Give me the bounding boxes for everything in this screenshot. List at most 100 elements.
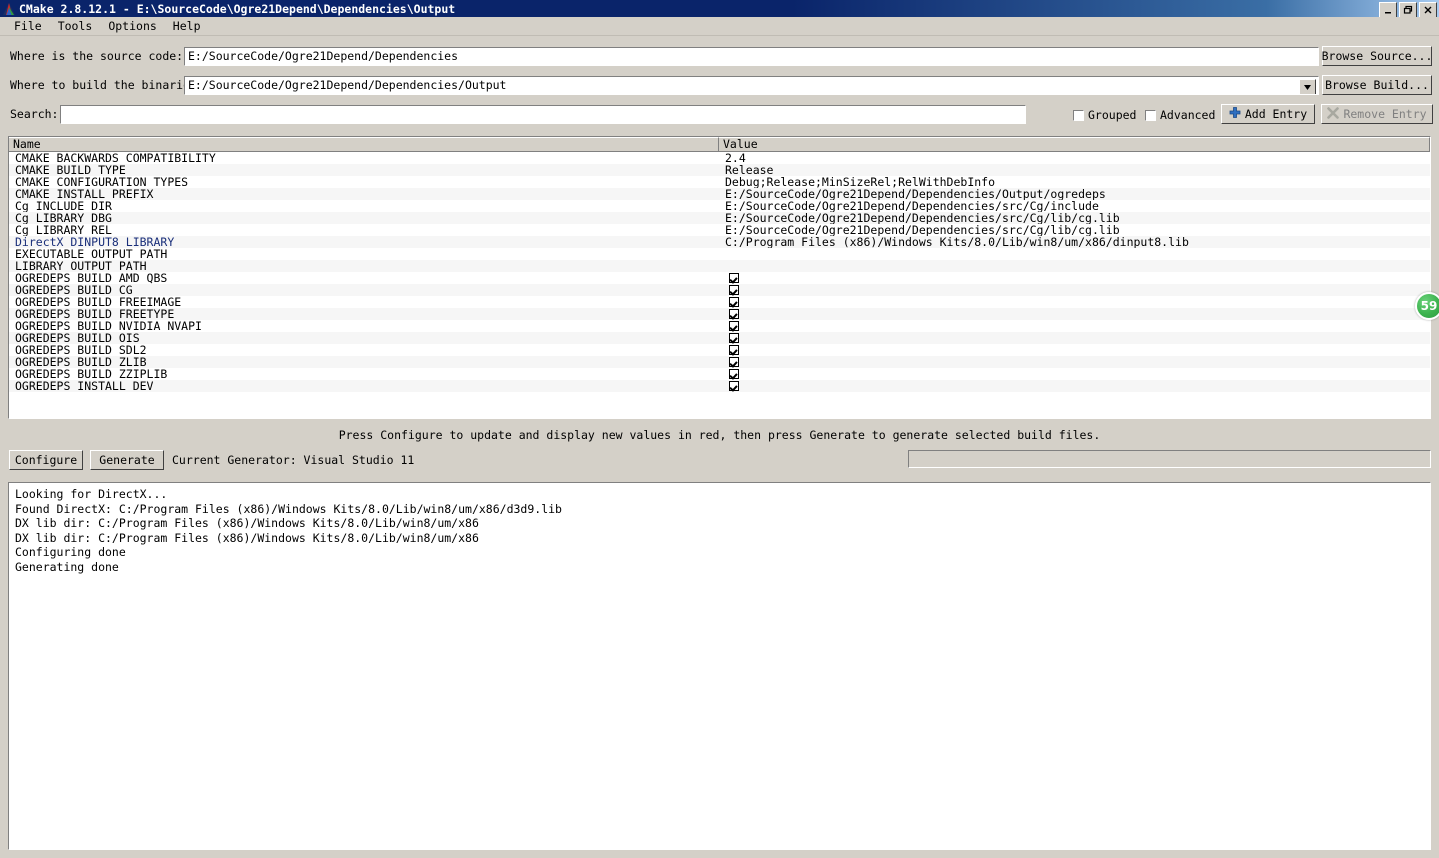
restore-button[interactable] — [1399, 2, 1417, 18]
cache-variable-value[interactable]: 2.4 — [719, 152, 1430, 164]
table-row[interactable]: OGREDEPS_BUILD_NVIDIA_NVAPI — [9, 320, 1430, 332]
cache-variable-name: Cg_LIBRARY_DBG — [15, 212, 112, 224]
browse-build-button[interactable]: Browse Build... — [1322, 75, 1432, 95]
cache-variable-value[interactable] — [719, 308, 1430, 320]
cache-variable-value[interactable]: E:/SourceCode/Ogre21Depend/Dependencies/… — [719, 212, 1430, 224]
configure-button[interactable]: Configure — [9, 450, 83, 470]
build-binaries-combobox[interactable]: E:/SourceCode/Ogre21Depend/Dependencies/… — [184, 75, 1319, 95]
remove-entry-button[interactable]: Remove Entry — [1321, 104, 1433, 124]
table-row[interactable]: Cg_INCLUDE_DIR E:/SourceCode/Ogre21Depend… — [9, 200, 1430, 212]
cache-variable-value[interactable]: Debug;Release;MinSizeRel;RelWithDebInfo — [719, 176, 1430, 188]
cache-value-checkbox[interactable] — [729, 333, 739, 343]
cache-value-checkbox[interactable] — [729, 321, 739, 331]
browse-build-label: Browse Build... — [1325, 78, 1429, 92]
cache-variable-value[interactable] — [719, 368, 1430, 380]
cache-variable-value[interactable] — [719, 296, 1430, 308]
table-row[interactable]: CMAKE_BACKWARDS_COMPATIBILITY 2.4 — [9, 152, 1430, 164]
table-row[interactable]: LIBRARY_OUTPUT_PATH — [9, 260, 1430, 272]
table-row[interactable]: DirectX_DINPUT8_LIBRARY C:/Program Files … — [9, 236, 1430, 248]
search-input[interactable] — [60, 104, 1026, 124]
table-row[interactable]: EXECUTABLE_OUTPUT_PATH — [9, 248, 1430, 260]
table-row[interactable]: OGREDEPS_BUILD_ZLIB — [9, 356, 1430, 368]
cache-variable-name: OGREDEPS_BUILD_NVIDIA_NVAPI — [15, 320, 202, 332]
advanced-checkbox-row[interactable]: Advanced — [1145, 108, 1215, 122]
table-row[interactable]: OGREDEPS_BUILD_AMD_QBS — [9, 272, 1430, 284]
menu-bar: File Tools Options Help — [0, 17, 1439, 36]
close-button[interactable] — [1419, 2, 1437, 18]
cache-value-checkbox[interactable] — [729, 273, 739, 283]
cache-value-checkbox[interactable] — [729, 285, 739, 295]
table-row[interactable]: OGREDEPS_BUILD_ZZIPLIB — [9, 368, 1430, 380]
menu-item-help[interactable]: Help — [165, 18, 209, 34]
grouped-checkbox-row[interactable]: Grouped — [1073, 108, 1136, 122]
window-controls — [1379, 2, 1437, 18]
remove-entry-label: Remove Entry — [1343, 107, 1427, 121]
cache-variable-value[interactable]: Release — [719, 164, 1430, 176]
table-body: CMAKE_BACKWARDS_COMPATIBILITY 2.4 CMAKE_BU… — [9, 152, 1430, 392]
log-line: DX lib dir: C:/Program Files (x86)/Windo… — [15, 516, 479, 531]
advanced-label: Advanced — [1160, 108, 1216, 122]
current-generator-label: Current Generator: Visual Studio 11 — [172, 453, 415, 467]
table-row[interactable]: OGREDEPS_BUILD_FREEIMAGE — [9, 296, 1430, 308]
table-row[interactable]: CMAKE_BUILD_TYPE Release — [9, 164, 1430, 176]
cache-variable-value[interactable]: E:/SourceCode/Ogre21Depend/Dependencies/… — [719, 224, 1430, 236]
cache-variable-value[interactable] — [719, 272, 1430, 284]
cache-value-checkbox[interactable] — [729, 381, 739, 391]
browse-source-button[interactable]: Browse Source... — [1322, 46, 1432, 66]
table-row[interactable]: CMAKE_INSTALL_PREFIX E:/SourceCode/Ogre21… — [9, 188, 1430, 200]
cache-variable-value[interactable] — [719, 380, 1430, 392]
add-entry-button[interactable]: Add Entry — [1221, 104, 1315, 124]
cache-value-checkbox[interactable] — [729, 357, 739, 367]
cache-variable-value[interactable] — [719, 320, 1430, 332]
configure-hint: Press Configure to update and display ne… — [338, 428, 1101, 442]
cache-variable-value[interactable] — [719, 248, 1430, 260]
chevron-down-icon[interactable] — [1299, 78, 1316, 94]
advanced-checkbox[interactable] — [1145, 109, 1156, 121]
grouped-checkbox[interactable] — [1073, 109, 1084, 121]
table-row[interactable]: OGREDEPS_BUILD_SDL2 — [9, 344, 1430, 356]
output-log[interactable]: Looking for DirectX... Found DirectX: C:/… — [8, 482, 1431, 850]
cache-value-checkbox[interactable] — [729, 297, 739, 307]
table-row[interactable]: CMAKE_CONFIGURATION_TYPES Debug;Release;M… — [9, 176, 1430, 188]
configure-label: Configure — [14, 453, 78, 467]
build-binaries-row: Where to build the binaries: E:/SourceCo… — [10, 75, 1435, 95]
source-code-input[interactable]: E:/SourceCode/Ogre21Depend/Dependencies — [184, 46, 1319, 66]
column-header-name[interactable]: Name — [9, 137, 719, 152]
cache-variable-value[interactable] — [719, 344, 1430, 356]
cache-variable-value[interactable] — [719, 356, 1430, 368]
cache-variable-value[interactable]: C:/Program Files (x86)/Windows Kits/8.0/… — [719, 236, 1430, 248]
minimize-button[interactable] — [1379, 2, 1397, 18]
cache-variable-value[interactable]: E:/SourceCode/Ogre21Depend/Dependencies/… — [719, 188, 1430, 200]
cache-variable-value[interactable] — [719, 332, 1430, 344]
table-row[interactable]: OGREDEPS_INSTALL_DEV — [9, 380, 1430, 392]
table-row[interactable]: Cg_LIBRARY_DBG E:/SourceCode/Ogre21Depend… — [9, 212, 1430, 224]
cache-variable-value[interactable]: E:/SourceCode/Ogre21Depend/Dependencies/… — [719, 200, 1430, 212]
cache-variable-name: LIBRARY_OUTPUT_PATH — [15, 260, 147, 272]
add-entry-label: Add Entry — [1244, 107, 1308, 121]
cache-variable-value[interactable] — [719, 260, 1430, 272]
column-header-value[interactable]: Value — [719, 137, 1430, 152]
generate-label: Generate — [99, 453, 155, 467]
generate-button[interactable]: Generate — [90, 450, 164, 470]
cache-value-checkbox[interactable] — [729, 369, 739, 379]
log-line: Found DirectX: C:/Program Files (x86)/Wi… — [15, 501, 562, 516]
cache-variables-table[interactable]: Name Value CMAKE_BACKWARDS_COMPATIBILITY… — [8, 136, 1431, 419]
search-row: Search: — [10, 104, 1026, 124]
cache-variable-value[interactable] — [719, 284, 1430, 296]
source-code-label: Where is the source code: — [10, 49, 184, 63]
menu-item-options[interactable]: Options — [100, 18, 164, 34]
cmake-gui-window: CMake 2.8.12.1 - E:\SourceCode\Ogre21Dep… — [0, 0, 1439, 858]
table-row[interactable]: OGREDEPS_BUILD_CG — [9, 284, 1430, 296]
cache-variable-name: OGREDEPS_BUILD_CG — [15, 284, 133, 296]
table-row[interactable]: OGREDEPS_BUILD_FREETYPE — [9, 308, 1430, 320]
cache-value-checkbox[interactable] — [729, 309, 739, 319]
table-row[interactable]: OGREDEPS_BUILD_OIS — [9, 332, 1430, 344]
remove-x-icon — [1327, 106, 1340, 122]
cache-value-checkbox[interactable] — [729, 345, 739, 355]
menu-item-tools[interactable]: Tools — [50, 18, 101, 34]
menu-item-file[interactable]: File — [6, 18, 50, 34]
log-line: Generating done — [15, 559, 119, 574]
notification-badge[interactable]: 59 — [1415, 292, 1439, 320]
grouped-label: Grouped — [1088, 108, 1137, 122]
table-row[interactable]: Cg_LIBRARY_REL E:/SourceCode/Ogre21Depend… — [9, 224, 1430, 236]
